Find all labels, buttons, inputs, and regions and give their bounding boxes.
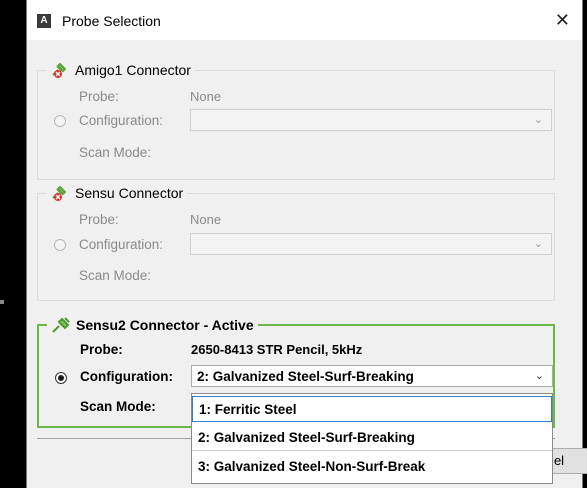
dropdown-option[interactable]: 2: Galvanized Steel-Surf-Breaking	[192, 425, 552, 451]
scan-mode-label: Scan Mode:	[80, 399, 156, 414]
title-bar: A Probe Selection ✕	[27, 0, 582, 40]
group-title: Sensu Connector	[75, 185, 184, 201]
configuration-select[interactable]: ⌄	[190, 233, 552, 255]
configuration-dropdown-list: 1: Ferritic Steel 2: Galvanized Steel-Su…	[191, 393, 553, 484]
group-title: Amigo1 Connector	[75, 62, 191, 78]
probe-value: 2650-8413 STR Pencil, 5kHz	[191, 342, 363, 357]
configuration-label: Configuration:	[79, 237, 164, 252]
chevron-down-icon: ⌄	[534, 370, 544, 382]
group-title: Sensu2 Connector - Active	[76, 317, 254, 333]
scan-mode-label: Scan Mode:	[79, 145, 152, 160]
group-legend: Sensu Connector	[46, 184, 188, 202]
chevron-down-icon: ⌄	[533, 114, 543, 126]
window-title: Probe Selection	[62, 13, 161, 29]
dropdown-option[interactable]: 3: Galvanized Steel-Non-Surf-Break	[192, 454, 552, 480]
disconnected-plug-icon	[52, 62, 67, 78]
disconnected-plug-icon	[52, 185, 67, 201]
probe-label: Probe:	[79, 89, 119, 104]
configuration-select[interactable]: 2: Galvanized Steel-Surf-Breaking ⌄	[191, 365, 553, 387]
probe-value: None	[190, 89, 222, 104]
probe-label: Probe:	[79, 212, 119, 227]
connected-plug-icon	[52, 317, 70, 333]
close-button[interactable]: ✕	[555, 10, 570, 31]
app-icon: A	[37, 14, 51, 28]
sensu-connector-group: Sensu Connector Probe: None Configuratio…	[37, 184, 555, 301]
background-artifact	[0, 300, 4, 304]
configuration-radio[interactable]	[55, 372, 67, 384]
dropdown-option[interactable]: 1: Ferritic Steel	[192, 396, 552, 422]
amigo1-connector-group: Amigo1 Connector Probe: None Configurati…	[37, 61, 555, 180]
configuration-label: Configuration:	[79, 113, 164, 128]
configuration-select[interactable]: ⌄	[190, 109, 552, 131]
probe-value: None	[190, 212, 222, 227]
configuration-radio[interactable]	[54, 239, 66, 251]
configuration-value: 2: Galvanized Steel-Surf-Breaking	[197, 369, 414, 384]
group-legend: Sensu2 Connector - Active	[47, 316, 258, 334]
scan-mode-label: Scan Mode:	[79, 268, 152, 283]
probe-label: Probe:	[80, 342, 123, 357]
chevron-down-icon: ⌄	[533, 238, 543, 250]
configuration-radio[interactable]	[54, 115, 66, 127]
configuration-label: Configuration:	[80, 369, 173, 384]
group-legend: Amigo1 Connector	[46, 61, 195, 79]
